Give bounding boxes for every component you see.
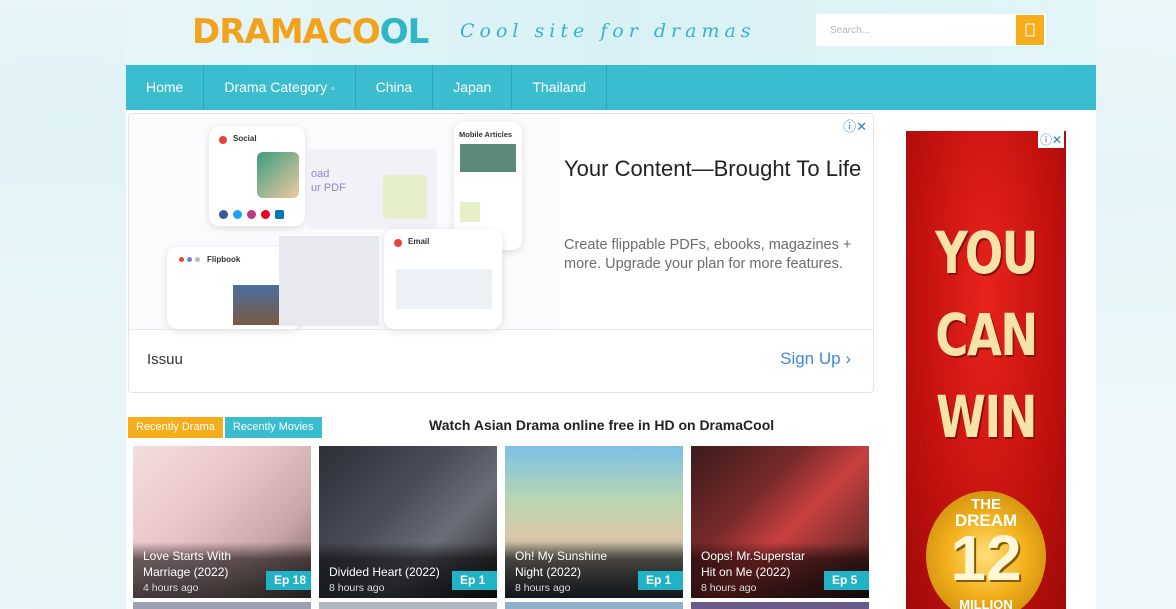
content-tabs: Recently Drama Recently Movies xyxy=(128,417,322,438)
logo-text-ol: OL xyxy=(379,12,430,52)
dropdown-icon: ▫ xyxy=(331,84,335,95)
pinterest-icon xyxy=(261,210,270,219)
drama-card[interactable]: Love Starts With Marriage (2022) 4 hours… xyxy=(133,446,311,598)
drama-time: 8 hours ago xyxy=(329,582,385,594)
dot-icon xyxy=(187,257,192,262)
ad-brand: Issuu xyxy=(147,351,183,368)
search-button[interactable] xyxy=(1016,15,1044,45)
ad-email-body xyxy=(396,269,492,309)
nav-label: China xyxy=(375,79,413,95)
ad-cta-label: Sign Up xyxy=(780,349,841,368)
drama-card-next-row[interactable] xyxy=(505,602,683,609)
nav-item-drama-category[interactable]: Drama Category ▫ xyxy=(204,65,356,110)
search-input[interactable] xyxy=(816,14,1012,46)
nav-label: Home xyxy=(146,79,184,95)
site-logo[interactable]: DRAMACOOL xyxy=(192,12,430,52)
drama-time: 8 hours ago xyxy=(701,582,757,594)
drama-time: 4 hours ago xyxy=(143,582,199,594)
drama-title: Love Starts With Marriage (2022) xyxy=(143,549,232,579)
tab-recently-drama[interactable]: Recently Drama xyxy=(128,417,223,438)
dot-icon xyxy=(394,239,402,247)
issuu-ad[interactable]: Social oad ur PDF Mobile Articles Email … xyxy=(128,113,874,393)
ad-mobile-photo xyxy=(460,144,516,172)
nav-item-thailand[interactable]: Thailand xyxy=(512,65,608,110)
ad-photo xyxy=(257,152,299,198)
ad-signup-link[interactable]: Sign Up › xyxy=(780,349,851,369)
drama-card[interactable]: Oh! My Sunshine Night (2022) 8 hours ago… xyxy=(505,446,683,598)
social-icons xyxy=(219,210,284,219)
drama-title: Oh! My Sunshine Night (2022) xyxy=(515,549,608,579)
adchoices-icon[interactable]: ⓘ✕ xyxy=(1037,131,1064,148)
facebook-icon xyxy=(219,210,228,219)
drama-card-next-row[interactable] xyxy=(691,602,869,609)
dot-icon xyxy=(179,257,184,262)
nav-label: Drama Category xyxy=(224,79,328,95)
adchoices-icon[interactable]: ⓘ✕ xyxy=(843,116,867,135)
nav-label: Thailand xyxy=(532,79,587,95)
episode-badge: Ep 18 xyxy=(266,571,311,590)
ad-title: Your Content—Brought To Life xyxy=(564,156,862,181)
nav-item-china[interactable]: China xyxy=(356,65,434,110)
dot-icon xyxy=(195,257,200,262)
window-dots xyxy=(179,257,200,262)
nav-item-japan[interactable]: Japan xyxy=(433,65,513,110)
logo-text-co: CO xyxy=(327,12,381,52)
ad-upload-text: oad ur PDF xyxy=(311,168,346,194)
section-title: Watch Asian Drama online free in HD on D… xyxy=(429,417,775,433)
twitter-icon xyxy=(233,210,242,219)
episode-badge: Ep 1 xyxy=(638,571,683,590)
drama-title: Divided Heart (2022) xyxy=(329,565,440,579)
drama-card[interactable]: Oops! Mr.Superstar Hit on Me (2022) 8 ho… xyxy=(691,446,869,598)
ad-card-email: Email xyxy=(384,229,502,329)
ad-card-label: Email xyxy=(408,237,430,246)
ad-illustration: Social oad ur PDF Mobile Articles Email … xyxy=(129,114,559,329)
ad-card-label: Mobile Articles xyxy=(459,130,513,139)
logo-text-drama: DRAMA xyxy=(192,12,329,52)
ad-stamp-image xyxy=(383,175,427,219)
ad-headline-line: WIN xyxy=(936,383,1037,451)
nav-label: Japan xyxy=(453,79,492,95)
ad-mobile-thumb xyxy=(460,202,480,222)
ad-headline-line: YOU xyxy=(935,219,1038,287)
drama-time: 8 hours ago xyxy=(515,582,571,594)
ad-footer: Issuu Sign Up › xyxy=(129,329,873,392)
badge-number: 12 xyxy=(950,522,1022,594)
ad-card-label: Social xyxy=(233,134,257,143)
chevron-right-icon: › xyxy=(845,349,851,368)
sidebar-ad[interactable]: ⓘ✕ YOU CAN WIN THE DREAM 12 MILLION xyxy=(906,131,1066,609)
ad-headline-line: CAN xyxy=(935,301,1038,369)
instagram-icon xyxy=(247,210,256,219)
nav-item-home[interactable]: Home xyxy=(126,65,205,110)
ad-gallery xyxy=(279,236,379,326)
dot-icon xyxy=(219,136,227,144)
episode-badge: Ep 5 xyxy=(824,571,869,590)
linkedin-icon xyxy=(275,210,284,219)
tab-recently-movies[interactable]: Recently Movies xyxy=(224,417,322,438)
search-box xyxy=(816,14,1046,46)
ad-card-label: Flipbook xyxy=(207,255,241,264)
search-icon xyxy=(1025,23,1035,37)
badge-million: MILLION xyxy=(959,597,1013,609)
site-header: DRAMACOOL Cool site for dramas xyxy=(126,0,1096,65)
drama-title: Oops! Mr.Superstar Hit on Me (2022) xyxy=(701,549,806,579)
ad-card-social: Social xyxy=(209,126,305,226)
drama-card-next-row[interactable] xyxy=(133,602,311,609)
main-nav: Home Drama Category ▫ China Japan Thailan… xyxy=(126,65,1096,110)
drama-card-next-row[interactable] xyxy=(319,602,497,609)
site-wrapper: DRAMACOOL Cool site for dramas Home Dram… xyxy=(126,0,1096,609)
episode-badge: Ep 1 xyxy=(452,571,497,590)
drama-card[interactable]: Divided Heart (2022) 8 hours ago Ep 1 xyxy=(319,446,497,598)
ad-description: Create flippable PDFs, ebooks, magazines… xyxy=(564,237,852,272)
ad-upload-panel: oad ur PDF xyxy=(307,149,437,229)
site-tagline: Cool site for dramas xyxy=(460,20,756,42)
